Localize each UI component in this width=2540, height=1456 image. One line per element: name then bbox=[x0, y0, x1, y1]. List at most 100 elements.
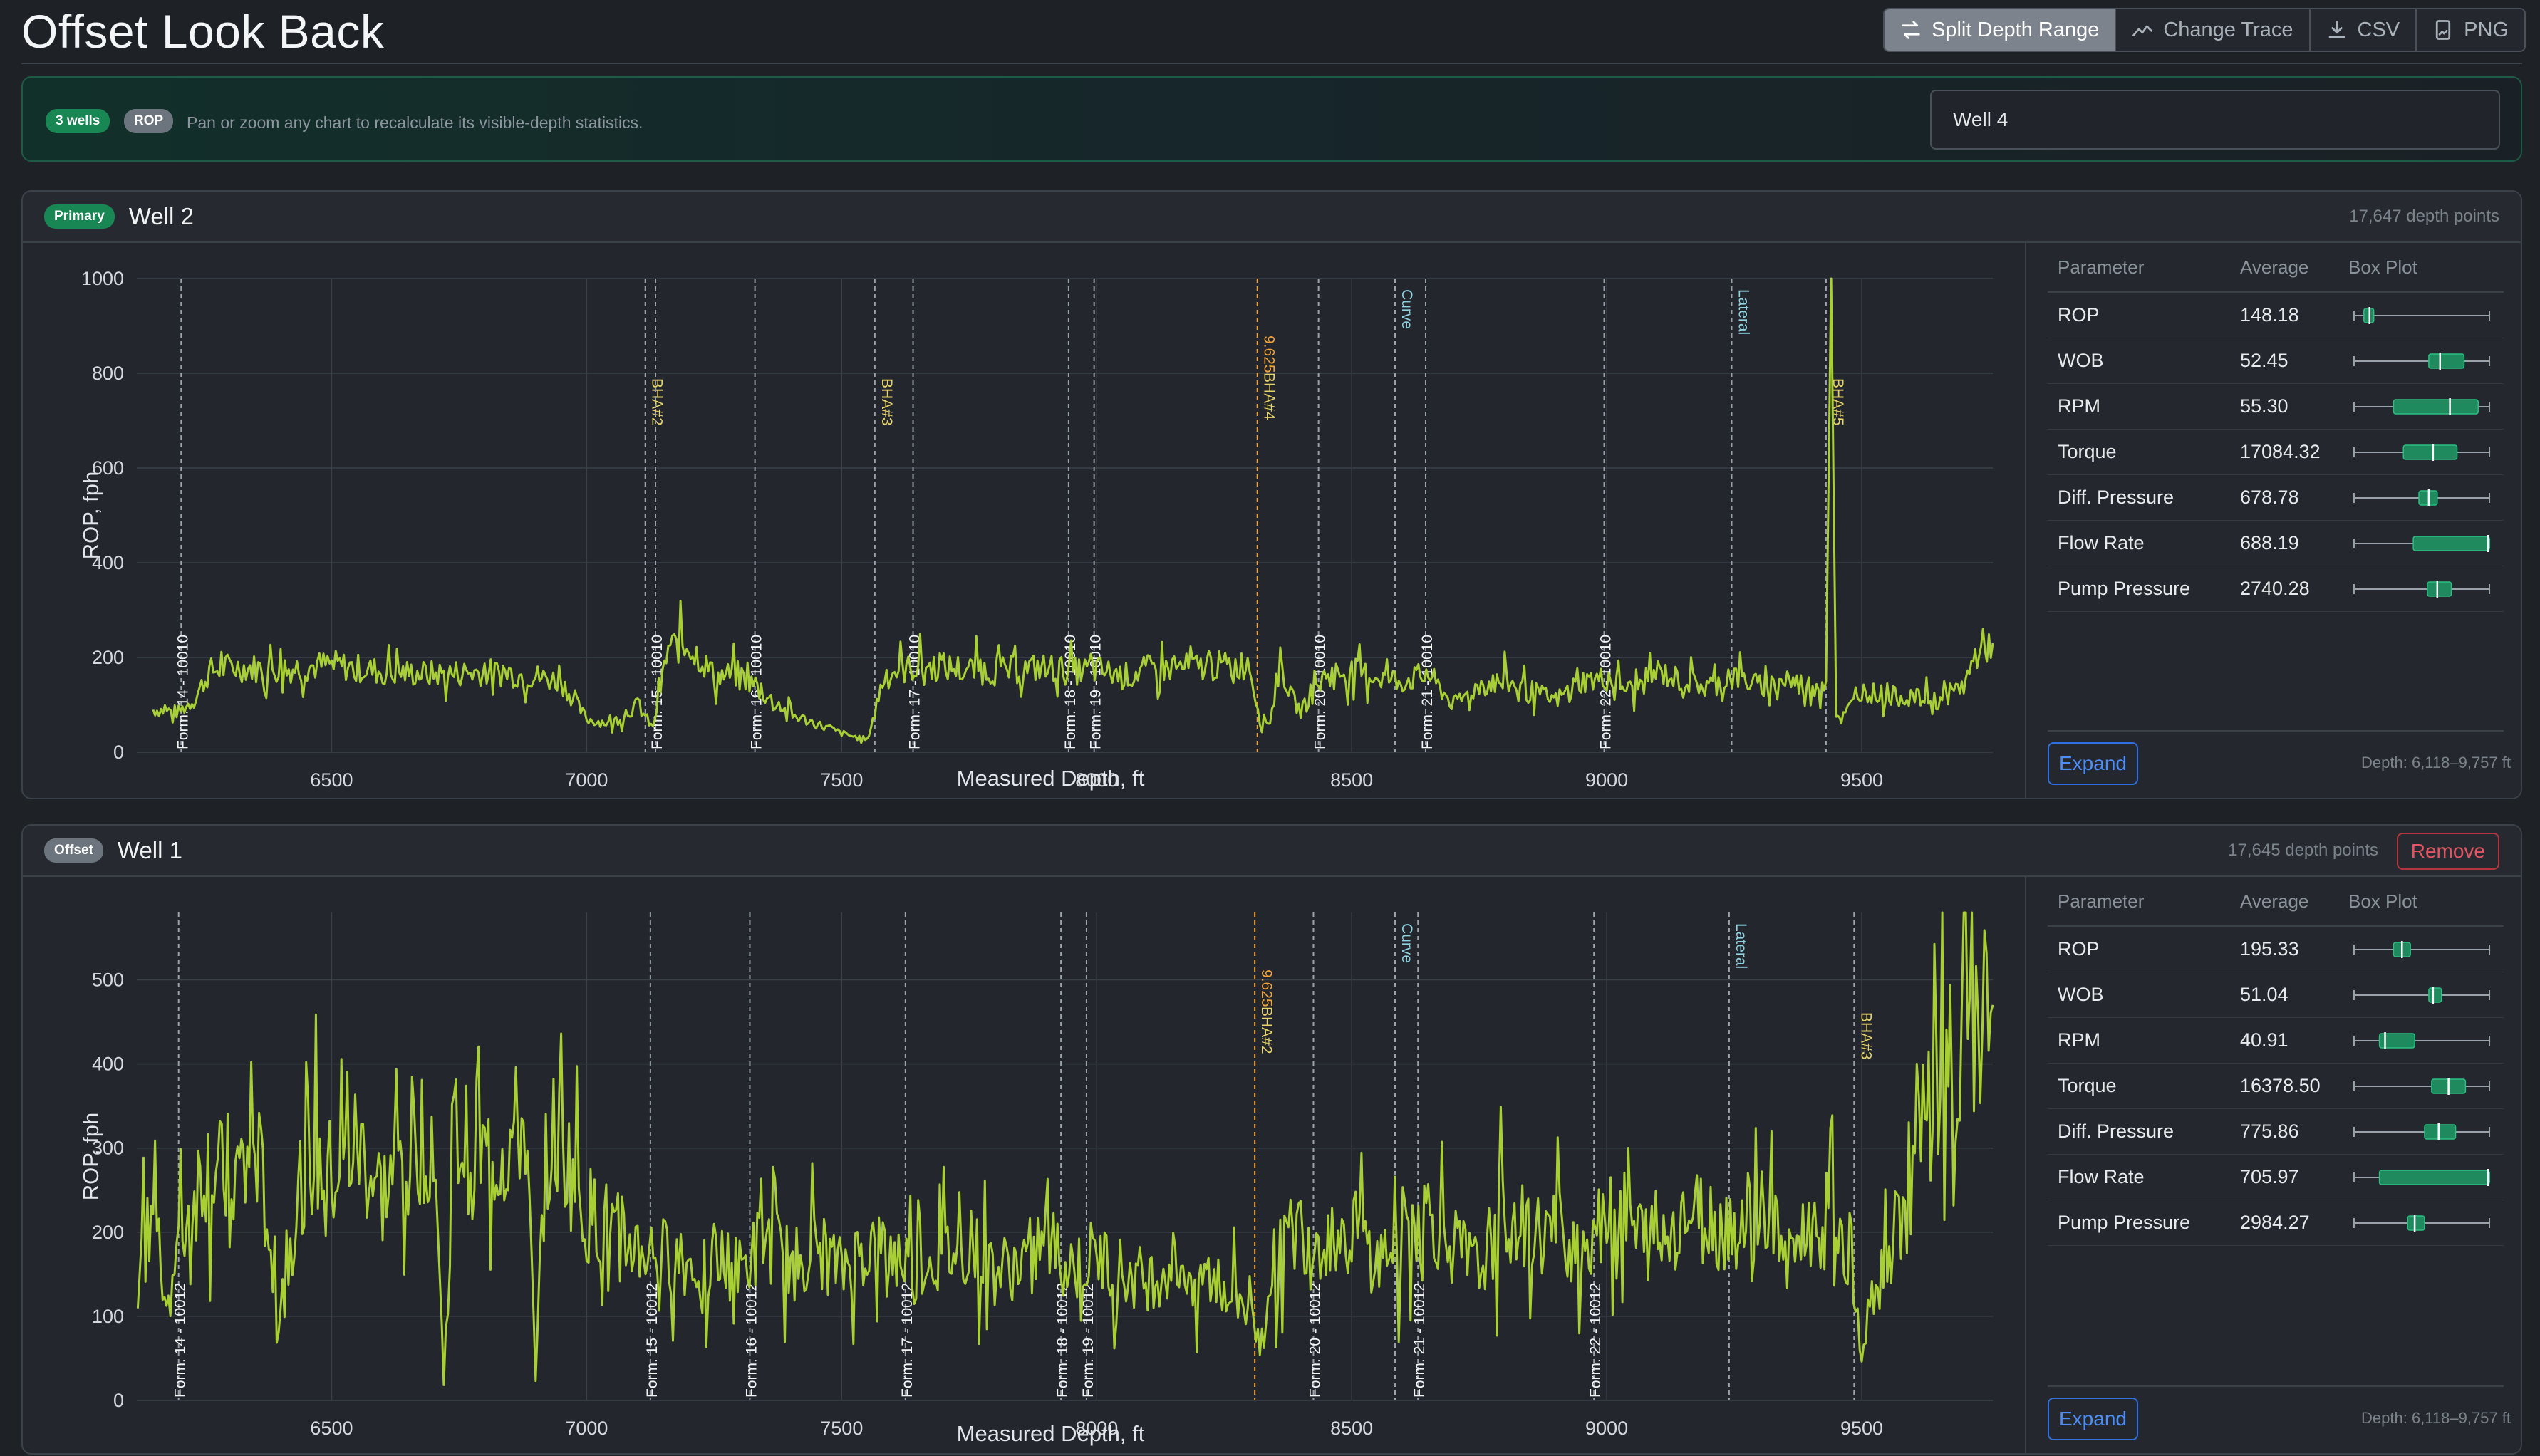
formation-label: Form. 20 - 10010 bbox=[1312, 635, 1329, 749]
param-name: Pump Pressure bbox=[2058, 578, 2191, 599]
x-tick-label: 8500 bbox=[1330, 1418, 1373, 1439]
formation-label: Form. 20 - 10012 bbox=[1307, 1283, 1323, 1398]
param-average: 705.97 bbox=[2240, 1166, 2299, 1187]
casing-label: 9.625 bbox=[1258, 969, 1275, 1007]
stats-row: Torque 17084.32 bbox=[2048, 430, 2504, 475]
box-plot-cell bbox=[2348, 293, 2504, 338]
box-plot bbox=[2353, 444, 2491, 461]
panel-body: 6500 7000 7500 8000 8500 9000 9500 0 100 200 300 40… bbox=[23, 877, 2521, 1453]
file-image-icon bbox=[2436, 20, 2451, 40]
well-search-input[interactable] bbox=[1930, 90, 2500, 150]
bha-label: 9.625BHA#4 bbox=[1261, 336, 1277, 420]
remove-well-button[interactable]: Remove bbox=[2396, 833, 2499, 870]
depth-range: Depth: 6,118–9,757 ft bbox=[2361, 1409, 2511, 1427]
x-tick-label: 9000 bbox=[1585, 1418, 1628, 1439]
well-panel-offset: Offset Well 1 17,645 depth points Remove… bbox=[21, 824, 2522, 1455]
x-tick-label: 7500 bbox=[820, 1418, 863, 1439]
png-label: PNG bbox=[2464, 18, 2509, 41]
stats-row: Pump Pressure 2740.28 bbox=[2048, 566, 2504, 612]
param-name: RPM bbox=[2058, 1029, 2100, 1051]
box-iqr bbox=[2424, 1124, 2457, 1140]
header-box-plot: Box Plot bbox=[2348, 256, 2417, 278]
x-tick-label: 6500 bbox=[310, 769, 353, 791]
y-tick-label: 800 bbox=[92, 363, 124, 384]
param-name: Flow Rate bbox=[2058, 532, 2145, 553]
box-plot bbox=[2353, 1169, 2491, 1186]
param-average: 678.78 bbox=[2240, 487, 2299, 508]
rop-chart[interactable]: 6500 7000 7500 8000 8500 9000 9500020040060080… bbox=[23, 243, 2025, 798]
bha-label: BHA#3 bbox=[1857, 1012, 1874, 1060]
param-name: Pump Pressure bbox=[2058, 1212, 2191, 1233]
box-plot bbox=[2353, 353, 2491, 370]
box-plot-cell bbox=[2348, 1064, 2504, 1108]
png-export-button[interactable]: PNG bbox=[2417, 9, 2524, 51]
role-badge: Primary bbox=[44, 204, 115, 229]
section-label: Lateral bbox=[1733, 923, 1749, 969]
rop-chart[interactable]: 6500 7000 7500 8000 8500 9000 9500010020030040… bbox=[23, 877, 2025, 1453]
param-name: WOB bbox=[2058, 984, 2104, 1005]
box-plot-cell bbox=[2348, 1109, 2504, 1154]
param-average: 2984.27 bbox=[2240, 1212, 2310, 1233]
box-plot-cell bbox=[2348, 927, 2504, 972]
y-tick-label: 0 bbox=[113, 1390, 124, 1411]
line-chart-icon bbox=[2132, 25, 2153, 36]
y-tick-label: 200 bbox=[92, 1222, 124, 1243]
param-average: 55.30 bbox=[2240, 395, 2288, 417]
param-name: Diff. Pressure bbox=[2058, 487, 2174, 508]
param-average: 16378.50 bbox=[2240, 1075, 2321, 1096]
depth-points-count: 17,645 depth points bbox=[2228, 841, 2378, 860]
expand-button[interactable]: Expand bbox=[2048, 1398, 2138, 1440]
bha-label: BHA#3 bbox=[878, 378, 895, 426]
formation-label: Form. 14 - 10010 bbox=[175, 635, 191, 749]
y-axis-label: ROP, fph bbox=[78, 1113, 103, 1201]
marker-label: Curve bbox=[1399, 289, 1415, 329]
marker-label: BHA#3 bbox=[878, 378, 895, 426]
box-plot bbox=[2353, 1123, 2491, 1140]
y-tick-label: 500 bbox=[92, 969, 124, 990]
stats-row: RPM 55.30 bbox=[2048, 384, 2504, 430]
panel-body: 6500 7000 7500 8000 8500 9000 9500 0 200 400 600 80… bbox=[23, 243, 2521, 798]
y-tick-label: 1000 bbox=[81, 268, 124, 289]
info-message: Pan or zoom any chart to recalculate its… bbox=[187, 113, 643, 132]
formation-label: Form. 18 - 10012 bbox=[1054, 1283, 1071, 1398]
formation-label: Form. 22 - 10012 bbox=[1587, 1283, 1604, 1398]
stats-row: ROP 148.18 bbox=[2048, 293, 2504, 338]
x-axis-label: Measured Depth, ft bbox=[957, 766, 1145, 791]
formation-label: Form. 14 - 10012 bbox=[172, 1283, 189, 1398]
x-tick-label: 7000 bbox=[565, 769, 608, 791]
stats-row: Torque 16378.50 bbox=[2048, 1064, 2504, 1109]
header-box-plot: Box Plot bbox=[2348, 890, 2417, 912]
formation-label: Form. 19 - 10010 bbox=[1088, 635, 1104, 749]
change-trace-button[interactable]: Change Trace bbox=[2116, 9, 2311, 51]
box-iqr bbox=[2427, 581, 2452, 597]
box-plot-cell bbox=[2348, 384, 2504, 429]
stats-table: Parameter Average Box Plot ROP 148.18 WOB… bbox=[2048, 243, 2504, 612]
param-name: Diff. Pressure bbox=[2058, 1120, 2174, 1142]
change-trace-label: Change Trace bbox=[2163, 18, 2293, 41]
box-iqr bbox=[2428, 987, 2442, 1003]
marker-label: BHA#2 bbox=[1258, 1007, 1275, 1054]
toolbar: Split Depth Range Change Trace CSV PNG bbox=[1882, 8, 2526, 52]
box-plot bbox=[2353, 1032, 2491, 1049]
x-tick-label: 7500 bbox=[820, 769, 863, 791]
header-divider bbox=[21, 63, 2522, 64]
param-average: 688.19 bbox=[2240, 532, 2299, 553]
param-average: 148.18 bbox=[2240, 304, 2299, 326]
box-iqr bbox=[2378, 1170, 2490, 1185]
box-plot bbox=[2353, 1078, 2491, 1095]
box-plot bbox=[2353, 941, 2491, 958]
panel-header: Primary Well 2 17,647 depth points bbox=[23, 192, 2521, 243]
stats-row: WOB 52.45 bbox=[2048, 338, 2504, 384]
box-iqr bbox=[2412, 536, 2490, 551]
csv-export-button[interactable]: CSV bbox=[2310, 9, 2417, 51]
split-depth-range-button[interactable]: Split Depth Range bbox=[1884, 9, 2117, 51]
marker-label: BHA#3 bbox=[1857, 1012, 1874, 1060]
page-title: Offset Look Back bbox=[21, 5, 385, 58]
expand-button[interactable]: Expand bbox=[2048, 742, 2138, 785]
well-panel-primary: Primary Well 2 17,647 depth points 6500 7… bbox=[21, 190, 2522, 799]
param-name: RPM bbox=[2058, 395, 2100, 417]
marker-label: BHA#4 bbox=[1261, 373, 1277, 420]
stats-panel: Parameter Average Box Plot ROP 195.33 WOB… bbox=[2025, 877, 2521, 1453]
x-tick-label: 7000 bbox=[565, 1418, 608, 1439]
depth-points-count: 17,647 depth points bbox=[2349, 207, 2499, 226]
